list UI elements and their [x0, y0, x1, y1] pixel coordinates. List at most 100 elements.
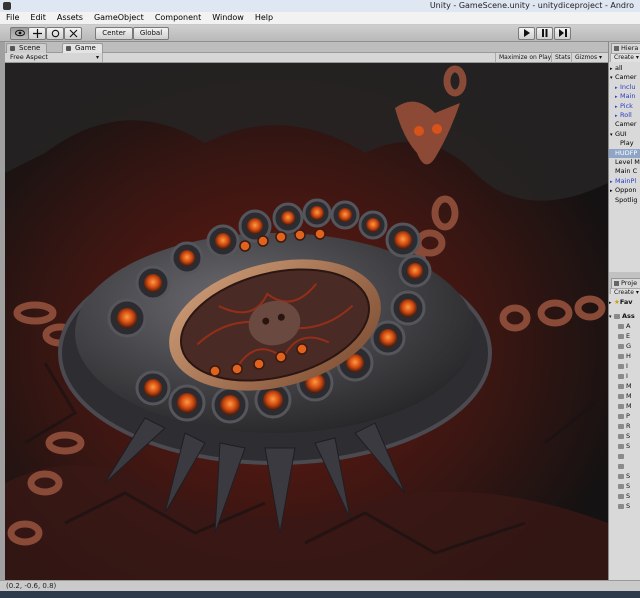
- hierarchy-item[interactable]: ▾ Camer: [609, 73, 640, 82]
- move-tool-button[interactable]: [28, 27, 46, 40]
- project-folder-item[interactable]: H: [609, 352, 640, 361]
- play-button[interactable]: [518, 27, 535, 40]
- project-folder-item[interactable]: R: [609, 422, 640, 431]
- hierarchy-item-label: all: [615, 64, 623, 72]
- project-folder-item[interactable]: S: [609, 492, 640, 501]
- project-icon: [614, 281, 619, 286]
- tab-hierarchy[interactable]: Hiera: [611, 43, 640, 53]
- project-folder-item[interactable]: S: [609, 442, 640, 451]
- menu-component[interactable]: Component: [149, 12, 206, 24]
- stats-toggle[interactable]: Stats: [551, 53, 573, 62]
- game-view-toolbar: Free Aspect ▾ Maximize on Play Stats Giz…: [5, 53, 608, 63]
- tab-project[interactable]: Proje: [611, 278, 640, 288]
- folder-icon: [618, 433, 624, 439]
- pivot-toggle[interactable]: Center: [95, 27, 133, 40]
- assets-label: Ass: [622, 312, 635, 320]
- space-toggle[interactable]: Global: [133, 27, 169, 40]
- project-folder-item[interactable]: [609, 462, 640, 471]
- pivot-label: Center: [102, 29, 126, 37]
- hierarchy-item[interactable]: ▸ Pick: [609, 102, 640, 111]
- hierarchy-item[interactable]: ▸ Main: [609, 92, 640, 101]
- step-icon: [558, 29, 567, 37]
- menu-file[interactable]: File: [0, 12, 24, 24]
- hierarchy-item[interactable]: ▸ Oppon: [609, 186, 640, 195]
- pause-button[interactable]: [536, 27, 553, 40]
- hierarchy-item[interactable]: ▸ all: [609, 64, 640, 73]
- tab-game[interactable]: Game: [62, 43, 103, 53]
- hierarchy-item[interactable]: Play: [609, 139, 640, 148]
- hierarchy-item-label: HUDFP: [615, 148, 638, 157]
- os-taskbar: [0, 591, 640, 598]
- hierarchy-item-label: MainPl: [615, 176, 637, 185]
- hierarchy-item-label: Roll: [620, 111, 632, 119]
- project-assets[interactable]: ▾ Ass: [609, 312, 640, 321]
- project-folder-label: S: [626, 482, 631, 490]
- aspect-dropdown[interactable]: Free Aspect ▾: [7, 53, 103, 62]
- hierarchy-item[interactable]: ▸ MainPl: [609, 177, 640, 186]
- game-view[interactable]: [5, 63, 608, 580]
- menu-window[interactable]: Window: [206, 12, 249, 24]
- menu-bar: File Edit Assets GameObject Component Wi…: [0, 12, 640, 25]
- project-folder-label: S: [626, 432, 631, 440]
- project-folder-item[interactable]: E: [609, 332, 640, 341]
- tab-scene[interactable]: Scene: [6, 43, 48, 53]
- hierarchy-item[interactable]: ▸ Inclu: [609, 83, 640, 92]
- hierarchy-item-label: Main: [620, 92, 636, 101]
- hierarchy-item[interactable]: Main C: [609, 167, 640, 176]
- project-folder-label: G: [626, 342, 632, 350]
- menu-assets[interactable]: Assets: [51, 12, 88, 24]
- rotate-tool-button[interactable]: [46, 27, 64, 40]
- stats-label: Stats: [555, 54, 571, 61]
- maximize-on-play-toggle[interactable]: Maximize on Play: [495, 53, 554, 62]
- project-folder-item[interactable]: S: [609, 472, 640, 481]
- project-folder-item[interactable]: M: [609, 382, 640, 391]
- project-folder-item[interactable]: M: [609, 402, 640, 411]
- project-folder-item[interactable]: [609, 452, 640, 461]
- project-folder-label: M: [626, 392, 632, 400]
- project-folder-label: A: [626, 322, 631, 330]
- project-tab-label: Proje: [621, 279, 638, 287]
- project-favorites[interactable]: ▸ ★Fav: [609, 298, 640, 307]
- hierarchy-item[interactable]: Spotlig: [609, 196, 640, 205]
- hand-tool-button[interactable]: [10, 27, 29, 40]
- project-folder-item[interactable]: I: [609, 362, 640, 371]
- hierarchy-item[interactable]: HUDFP: [609, 148, 640, 158]
- hierarchy-list[interactable]: ▸ all ▾ Camer ▸ Inclu ▸ Main ▸ Pick ▸ Roll Camer ▾ GUI…: [609, 62, 640, 272]
- folder-icon: [618, 493, 624, 499]
- gizmos-dropdown[interactable]: Gizmos ▾: [571, 53, 605, 62]
- menu-help[interactable]: Help: [249, 12, 278, 24]
- folder-icon: [618, 473, 624, 479]
- project-folder-item[interactable]: G: [609, 342, 640, 351]
- project-folder-label: M: [626, 382, 632, 390]
- project-folder-label: E: [626, 332, 631, 340]
- folder-icon: [618, 413, 624, 419]
- project-folder-item[interactable]: P: [609, 412, 640, 421]
- hierarchy-item-label: Camer: [615, 120, 637, 129]
- project-folder-label: S: [626, 472, 631, 480]
- project-folder-item[interactable]: S: [609, 482, 640, 491]
- folder-icon: [618, 363, 624, 369]
- folder-icon: [618, 333, 624, 339]
- project-folder-item[interactable]: M: [609, 392, 640, 401]
- folder-icon: [618, 463, 624, 469]
- project-list[interactable]: ▸ ★Fav ▾ Ass AEGHIIMMMPRSSSSSS: [609, 294, 640, 580]
- hierarchy-item[interactable]: Camer: [609, 120, 640, 129]
- project-folder-item[interactable]: A: [609, 322, 640, 331]
- eye-icon: [14, 29, 25, 37]
- project-folder-item[interactable]: S: [609, 502, 640, 511]
- hierarchy-item-label: Level M: [615, 158, 640, 166]
- play-icon: [524, 29, 530, 37]
- step-button[interactable]: [554, 27, 571, 40]
- scale-tool-button[interactable]: [64, 27, 82, 40]
- hierarchy-item[interactable]: Level M: [609, 158, 640, 167]
- maximize-label: Maximize on Play: [499, 54, 552, 61]
- hierarchy-item[interactable]: ▾ GUI: [609, 130, 640, 139]
- project-folder-item[interactable]: S: [609, 432, 640, 441]
- folder-icon: [618, 393, 624, 399]
- project-folder-item[interactable]: I: [609, 372, 640, 381]
- hierarchy-item[interactable]: ▸ Roll: [609, 111, 640, 120]
- window-title: Unity - GameScene.unity - unitydiceproje…: [429, 1, 634, 10]
- menu-edit[interactable]: Edit: [24, 12, 51, 24]
- project-folder-label: M: [626, 402, 632, 410]
- menu-gameobject[interactable]: GameObject: [88, 12, 149, 24]
